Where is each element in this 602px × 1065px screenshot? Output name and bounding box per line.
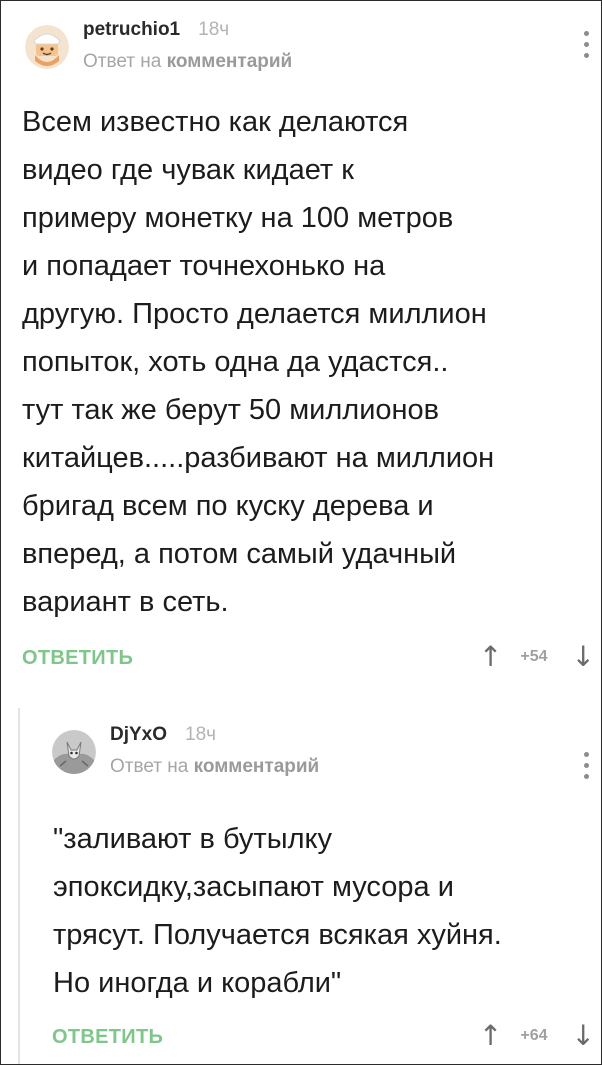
downvote-arrow-icon[interactable]: ↓ — [572, 1020, 595, 1052]
upvote-arrow-icon[interactable]: ↑ — [479, 1020, 502, 1052]
comment-text: "заливают в бутылку эпоксидку,засыпают м… — [53, 823, 502, 999]
reply-button[interactable]: ОТВЕТИТЬ — [52, 1026, 163, 1049]
downvote-arrow-icon[interactable]: ↓ — [572, 641, 595, 673]
username[interactable]: DjYxO — [110, 724, 167, 746]
user-avatar[interactable] — [25, 25, 69, 69]
reply-to-link[interactable]: комментарий — [194, 756, 320, 777]
username[interactable]: petruchio1 — [83, 19, 180, 41]
comment-meta: DjYxO 18ч Ответ на комментарий — [110, 724, 319, 778]
comment-time: 18ч — [185, 724, 217, 745]
comment-actions: ОТВЕТИТЬ ↑ +64 ↓ — [20, 1020, 601, 1060]
comment-rating: +64 — [520, 1027, 548, 1044]
reply-to-line: Ответ на комментарий — [110, 756, 319, 778]
upvote-arrow-icon[interactable]: ↑ — [479, 641, 502, 673]
more-vertical-icon[interactable] — [583, 752, 589, 779]
comment-header: DjYxO 18ч Ответ на комментарий — [52, 724, 319, 778]
reply-to-prefix: Ответ на — [83, 51, 167, 72]
comment-rating: +54 — [520, 648, 548, 665]
reply-button[interactable]: ОТВЕТИТЬ — [22, 647, 133, 670]
comment-actions: ОТВЕТИТЬ ↑ +54 ↓ — [1, 641, 601, 681]
comment-header: petruchio1 18ч Ответ на комментарий — [25, 19, 292, 73]
user-avatar[interactable] — [52, 730, 96, 774]
comment-time: 18ч — [198, 19, 230, 40]
reply-to-prefix: Ответ на — [110, 756, 194, 777]
vote-controls: ↑ +64 ↓ — [479, 1020, 595, 1052]
comment-text: Всем известно как делаются видео где чув… — [22, 106, 495, 618]
more-vertical-icon[interactable] — [583, 31, 589, 58]
reply-to-link[interactable]: комментарий — [167, 51, 293, 72]
comment-thread: petruchio1 18ч Ответ на комментарий Всем… — [0, 0, 602, 1065]
vote-controls: ↑ +54 ↓ — [479, 641, 595, 673]
comment-djyxo: DjYxO 18ч Ответ на комментарий "заливают… — [18, 708, 601, 1064]
reply-to-line: Ответ на комментарий — [83, 51, 292, 73]
comment-petruchio1: petruchio1 18ч Ответ на комментарий Всем… — [1, 1, 601, 685]
comment-meta: petruchio1 18ч Ответ на комментарий — [83, 19, 292, 73]
